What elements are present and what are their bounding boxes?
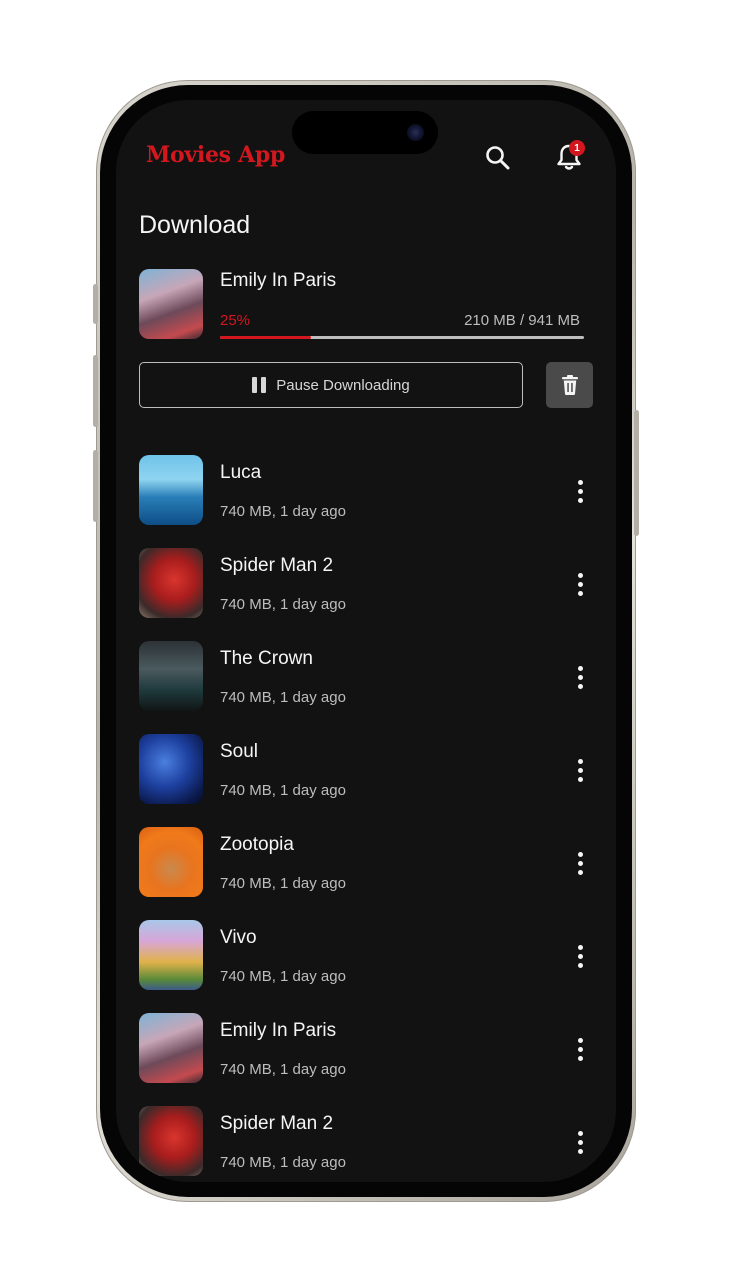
trash-icon: [561, 375, 578, 395]
more-options-button[interactable]: [569, 1033, 591, 1065]
delete-download-button[interactable]: [546, 362, 593, 408]
pause-downloading-label: Pause Downloading: [276, 376, 410, 394]
more-options-button[interactable]: [569, 1126, 591, 1158]
phone-power-button: [634, 410, 639, 536]
list-item[interactable]: Spider Man 2 740 MB, 1 day ago: [139, 1106, 593, 1178]
phone-volume-up-button: [93, 355, 98, 427]
list-item[interactable]: Vivo 740 MB, 1 day ago: [139, 920, 593, 992]
dynamic-island: [292, 111, 438, 154]
download-progress-bar: [220, 336, 584, 339]
app-screen: Movies App 1 Download Emily In Paris 25%…: [116, 100, 616, 1182]
list-item[interactable]: Zootopia 740 MB, 1 day ago: [139, 827, 593, 899]
movie-meta: 740 MB, 1 day ago: [220, 782, 346, 799]
download-progress-fill: [220, 336, 311, 339]
list-item[interactable]: Spider Man 2 740 MB, 1 day ago: [139, 548, 593, 620]
movie-title: Spider Man 2: [220, 1113, 334, 1134]
movie-poster: [139, 734, 203, 804]
current-download-poster: [139, 269, 203, 339]
movie-meta: 740 MB, 1 day ago: [220, 689, 346, 706]
download-size: 210 MB / 941 MB: [464, 312, 580, 329]
movie-meta: 740 MB, 1 day ago: [220, 968, 346, 985]
phone-volume-down-button: [93, 450, 98, 522]
front-camera: [407, 124, 424, 141]
list-item[interactable]: The Crown 740 MB, 1 day ago: [139, 641, 593, 713]
movie-title: Emily In Paris: [220, 1020, 337, 1041]
notification-badge: 1: [569, 140, 585, 156]
list-item[interactable]: Luca 740 MB, 1 day ago: [139, 455, 593, 527]
current-download-title: Emily In Paris: [220, 270, 337, 291]
movie-title: Soul: [220, 741, 259, 762]
movie-meta: 740 MB, 1 day ago: [220, 1061, 346, 1078]
more-options-button[interactable]: [569, 568, 591, 600]
movie-title: Spider Man 2: [220, 555, 334, 576]
movie-meta: 740 MB, 1 day ago: [220, 596, 346, 613]
movie-title: Luca: [220, 462, 262, 483]
search-icon: [486, 146, 510, 170]
movie-poster: [139, 920, 203, 990]
movie-poster: [139, 641, 203, 711]
phone-action-button: [93, 284, 98, 324]
movie-title: The Crown: [220, 648, 313, 669]
more-options-button[interactable]: [569, 940, 591, 972]
movie-title: Zootopia: [220, 834, 294, 855]
movie-poster: [139, 548, 203, 618]
movie-meta: 740 MB, 1 day ago: [220, 1154, 346, 1171]
more-options-button[interactable]: [569, 661, 591, 693]
download-percent: 25%: [220, 312, 251, 329]
movie-meta: 740 MB, 1 day ago: [220, 875, 346, 892]
movie-meta: 740 MB, 1 day ago: [220, 503, 346, 520]
movie-poster: [139, 827, 203, 897]
list-item[interactable]: Emily In Paris 740 MB, 1 day ago: [139, 1013, 593, 1085]
movie-title: Vivo: [220, 927, 257, 948]
list-item[interactable]: Soul 740 MB, 1 day ago: [139, 734, 593, 806]
movie-poster: [139, 455, 203, 525]
pause-icon: [252, 377, 267, 393]
more-options-button[interactable]: [569, 847, 591, 879]
app-title: Movies App: [146, 142, 286, 168]
more-options-button[interactable]: [569, 475, 591, 507]
movie-poster: [139, 1106, 203, 1176]
search-button[interactable]: [484, 144, 512, 172]
pause-downloading-button[interactable]: Pause Downloading: [139, 362, 523, 408]
more-options-button[interactable]: [569, 754, 591, 786]
section-title: Download: [139, 211, 251, 239]
movie-poster: [139, 1013, 203, 1083]
